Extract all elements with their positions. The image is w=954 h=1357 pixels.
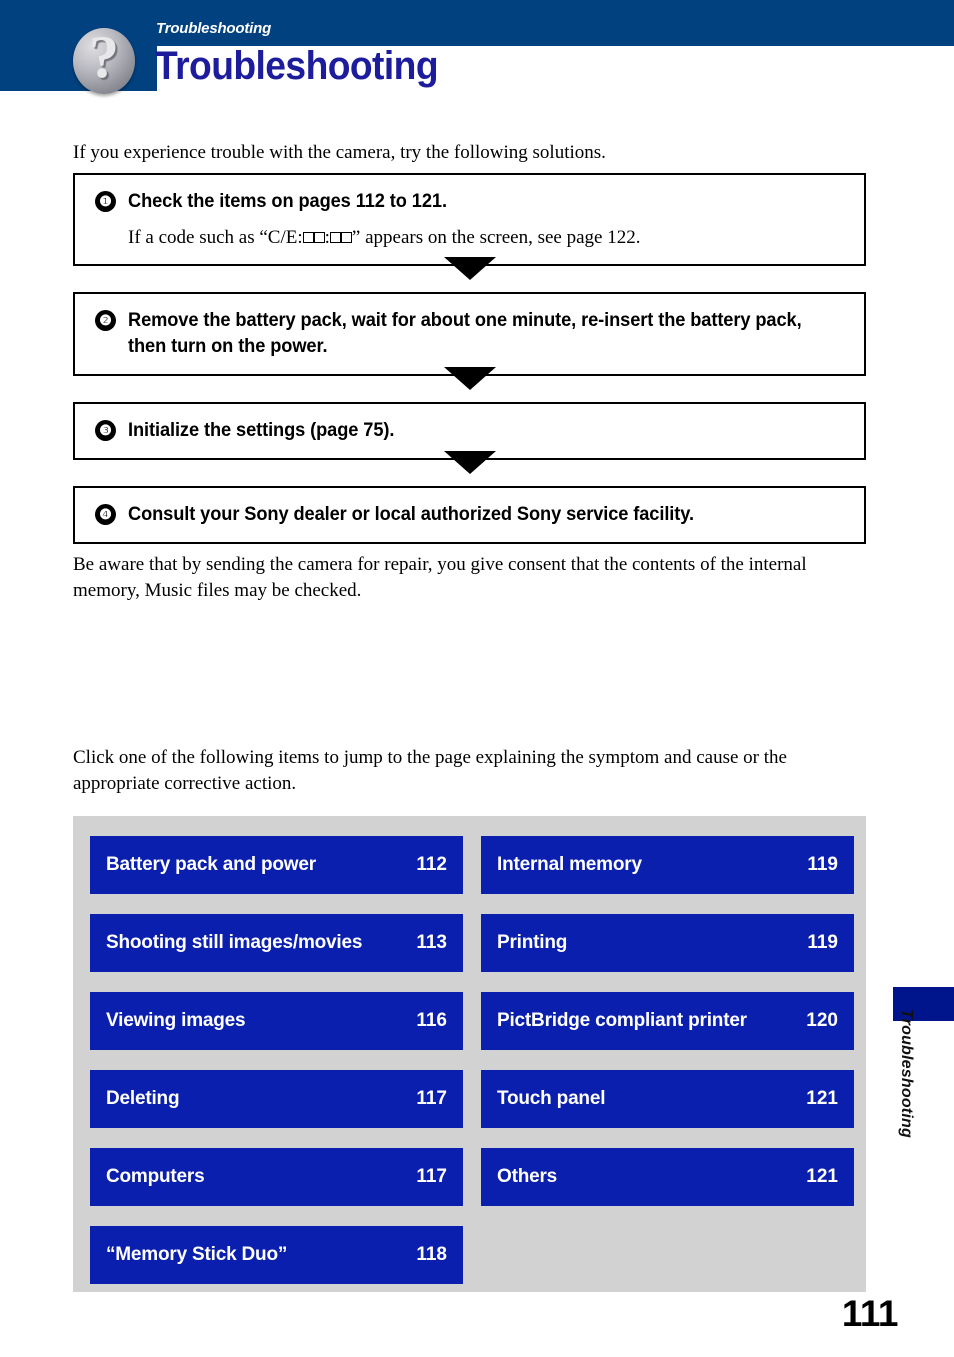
link-page-number: 119 (807, 854, 838, 875)
link-page-number: 116 (416, 1010, 447, 1031)
arrow-connector-3 (73, 451, 866, 486)
link-page-number: 113 (416, 932, 447, 953)
link-battery-pack-and-power[interactable]: Battery pack and power 112 (90, 836, 463, 894)
link-page-number: 117 (416, 1088, 447, 1109)
question-mark-icon: ? (73, 28, 135, 94)
click-instructions: Click one of the following items to jump… (73, 747, 787, 794)
arrow-connector-1 (73, 257, 866, 292)
page-title: Troubleshooting (155, 44, 439, 88)
link-printing[interactable]: Printing 119 (481, 914, 854, 972)
header-bar-top (0, 0, 954, 46)
link-label: Computers (106, 1166, 205, 1187)
link-others[interactable]: Others 121 (481, 1148, 854, 1206)
link-label: PictBridge compliant printer (497, 1010, 747, 1031)
symptom-link-panel: Battery pack and power 112 Shooting stil… (73, 816, 866, 1292)
link-page-number: 119 (807, 932, 838, 953)
link-label: “Memory Stick Duo” (106, 1244, 288, 1265)
step-heading-3: Initialize the settings (page 75). (128, 420, 395, 441)
step-number-2: ❷ (95, 310, 116, 331)
link-memory-stick-duo[interactable]: “Memory Stick Duo” 118 (90, 1226, 463, 1284)
placeholder-box-icon (302, 232, 314, 243)
link-label: Battery pack and power (106, 854, 316, 875)
link-shooting-still-images-movies[interactable]: Shooting still images/movies 113 (90, 914, 463, 972)
repair-consent-note: Be aware that by sending the camera for … (73, 554, 807, 601)
link-page-number: 118 (416, 1244, 447, 1265)
placeholder-box-icon (340, 232, 352, 243)
link-page-number: 117 (416, 1166, 447, 1187)
step-subtext-1: If a code such as “C/E::” appears on the… (128, 225, 846, 250)
step-heading-1: Check the items on pages 112 to 121. (128, 191, 447, 212)
link-touch-panel[interactable]: Touch panel 121 (481, 1070, 854, 1128)
placeholder-box-icon (329, 232, 341, 243)
down-arrow-icon (443, 367, 496, 390)
step-box-4: ❹ Consult your Sony dealer or local auth… (73, 486, 866, 544)
question-mark-glyph: ? (89, 28, 119, 90)
link-page-number: 121 (806, 1088, 838, 1109)
step-number-1: ❶ (95, 191, 116, 212)
step-heading-4: Consult your Sony dealer or local author… (128, 504, 694, 525)
intro-paragraph: If you experience trouble with the camer… (73, 142, 606, 163)
step-subtext-1-suffix: ” appears on the screen, see page 122. (351, 227, 641, 248)
header-kicker: Troubleshooting (156, 20, 272, 37)
link-label: Others (497, 1166, 558, 1187)
down-arrow-icon (443, 257, 496, 280)
link-label: Shooting still images/movies (106, 932, 363, 953)
troubleshooting-steps: ❶ Check the items on pages 112 to 121. I… (73, 173, 866, 544)
step-number-3: ❸ (95, 420, 116, 441)
step-box-1: ❶ Check the items on pages 112 to 121. I… (73, 173, 866, 266)
link-page-number: 120 (806, 1010, 838, 1031)
link-page-number: 121 (806, 1166, 838, 1187)
link-label: Deleting (106, 1088, 180, 1109)
side-tab-label: Troubleshooting (898, 1009, 915, 1138)
step-subtext-1-prefix: If a code such as “C/E: (128, 227, 303, 248)
link-label: Printing (497, 932, 568, 953)
link-label: Viewing images (106, 1010, 246, 1031)
link-label: Touch panel (497, 1088, 606, 1109)
link-computers[interactable]: Computers 117 (90, 1148, 463, 1206)
page-header: ? Troubleshooting Troubleshooting (0, 0, 954, 95)
link-viewing-images[interactable]: Viewing images 116 (90, 992, 463, 1050)
placeholder-box-icon (313, 232, 325, 243)
link-label: Internal memory (497, 854, 642, 875)
page-number: 111 (841, 1293, 899, 1334)
link-column-right: Internal memory 119 Printing 119 PictBri… (481, 816, 854, 1206)
link-internal-memory[interactable]: Internal memory 119 (481, 836, 854, 894)
down-arrow-icon (443, 451, 496, 474)
section-side-tab: Troubleshooting (893, 987, 954, 1197)
step-heading-2: Remove the battery pack, wait for about … (128, 310, 802, 357)
link-page-number: 112 (416, 854, 447, 875)
step-number-4: ❹ (95, 504, 116, 525)
link-column-left: Battery pack and power 112 Shooting stil… (90, 816, 463, 1284)
link-deleting[interactable]: Deleting 117 (90, 1070, 463, 1128)
step-box-2: ❷ Remove the battery pack, wait for abou… (73, 292, 866, 376)
link-pictbridge-compliant-printer[interactable]: PictBridge compliant printer 120 (481, 992, 854, 1050)
arrow-connector-2 (73, 367, 866, 402)
